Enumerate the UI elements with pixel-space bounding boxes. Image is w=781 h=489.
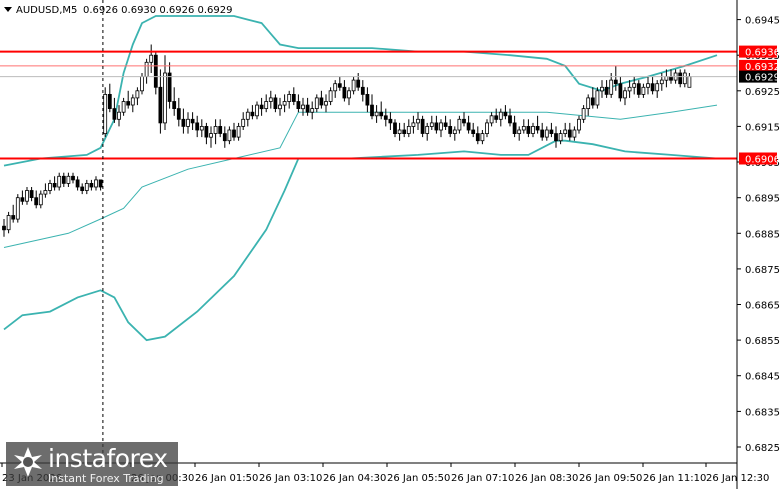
x-tick-label: 26 Jan 03:10 <box>259 473 322 484</box>
y-tick-label: 0.6835 <box>745 407 780 418</box>
chart-background <box>0 0 781 489</box>
x-tick-label: 26 Jan 11:10 <box>643 473 706 484</box>
x-tick-label: 26 Jan 07:10 <box>451 473 514 484</box>
x-tick-label: 26 Jan 09:50 <box>579 473 642 484</box>
y-tick-label: 0.6875 <box>745 265 780 276</box>
watermark-subtitle: Instant Forex Trading <box>48 472 164 485</box>
y-tick-label: 0.6825 <box>745 443 780 454</box>
candle <box>6 211 11 234</box>
price-tag-0.6929: 0.6929 <box>739 70 780 84</box>
y-tick-label: 0.6915 <box>745 122 780 133</box>
svg-text:0.6936: 0.6936 <box>745 48 780 59</box>
watermark-brand: instaforex <box>48 444 168 473</box>
y-tick-label: 0.6895 <box>745 194 780 205</box>
chart-header: AUDUSD,M5 0.6926 0.6930 0.6926 0.6929 <box>4 5 233 16</box>
ohlc-readout: 0.6926 0.6930 0.6926 0.6929 <box>83 5 233 16</box>
candle <box>15 194 20 223</box>
price-tag-0.6936: 0.6936 <box>739 45 780 59</box>
y-tick-label: 0.6945 <box>745 16 780 27</box>
y-tick-label: 0.6845 <box>745 372 780 383</box>
price-chart[interactable]: 0.69450.69350.69250.69150.69050.68950.68… <box>0 0 781 489</box>
x-tick-label: 26 Jan 04:30 <box>323 473 386 484</box>
x-tick-label: 26 Jan 12:30 <box>706 473 769 484</box>
x-tick-label: 26 Jan 01:50 <box>195 473 258 484</box>
instaforex-logo-icon <box>14 447 42 477</box>
x-tick-label: 26 Jan 05:50 <box>387 473 450 484</box>
price-tag-0.6906: 0.6906 <box>739 152 780 166</box>
candle <box>103 87 108 138</box>
svg-text:0.6929: 0.6929 <box>745 73 780 84</box>
y-tick-label: 0.6855 <box>745 336 780 347</box>
instaforex-watermark: instaforex Instant Forex Trading <box>6 442 178 486</box>
symbol-timeframe-label: AUDUSD,M5 <box>16 5 77 16</box>
y-tick-label: 0.6865 <box>745 301 780 312</box>
y-tick-label: 0.6925 <box>745 87 780 98</box>
svg-text:0.6906: 0.6906 <box>745 155 780 166</box>
x-tick-label: 26 Jan 08:30 <box>515 473 578 484</box>
y-tick-label: 0.6885 <box>745 229 780 240</box>
